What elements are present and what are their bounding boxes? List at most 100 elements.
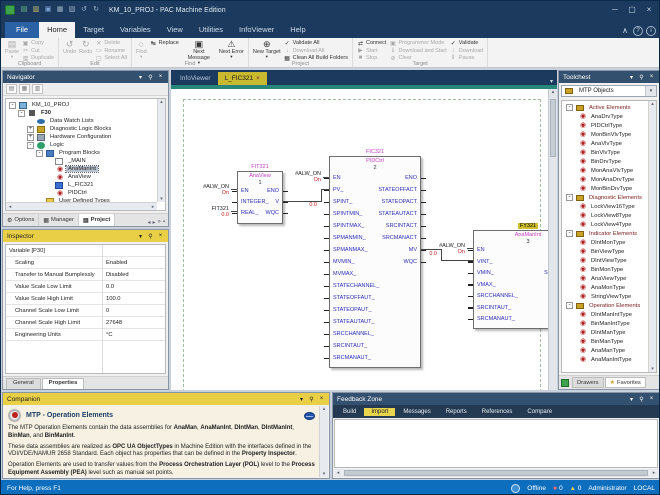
ribbon-button-validate-all[interactable]: ✓Validate All xyxy=(284,40,348,47)
ribbon-button-delete[interactable]: ✕Delete xyxy=(95,40,127,47)
ribbon-button-download-and-start[interactable]: ⇓Download and Start xyxy=(389,48,446,55)
nav-tree-item-anaview[interactable]: ◉AnaView xyxy=(7,173,155,181)
tab-messages[interactable]: Messages xyxy=(396,408,437,416)
view-list-icon[interactable]: ▤ xyxy=(6,84,17,94)
inspector-row-scaling[interactable]: ScalingEnabled xyxy=(6,257,165,269)
tab-properties[interactable]: Properties xyxy=(42,378,85,389)
dropdown-icon[interactable]: ▾ xyxy=(645,86,656,96)
navigator-vertical-scrollbar[interactable]: ▴▾ xyxy=(157,99,165,202)
scroll-thumb[interactable] xyxy=(344,470,648,476)
info-icon[interactable]: i xyxy=(646,26,656,36)
toolchest-group-active-elements[interactable]: -Active Elements xyxy=(564,103,647,112)
ribbon-button-cut[interactable]: ✂Cut xyxy=(22,48,54,55)
toolchest-item-dintviewtype[interactable]: ◉DIntViewType xyxy=(564,256,647,265)
print-icon[interactable]: ▧ xyxy=(67,5,77,15)
fbd-canvas[interactable]: FIT321AnaView1ENINTEGER_REAL_ENOVWQCFIC3… xyxy=(171,89,548,390)
panel-menu-icon[interactable]: ▾ xyxy=(137,233,144,240)
panel-menu-icon[interactable]: ▾ xyxy=(298,396,305,403)
nav-tree-item-diagnostic-logic-blocks[interactable]: +Diagnostic Logic Blocks xyxy=(7,125,155,133)
toolchest-item-stringviewtype[interactable]: ◉StringViewType xyxy=(564,292,647,301)
scroll-thumb[interactable] xyxy=(550,99,556,157)
pin-icon[interactable]: ⚲ xyxy=(147,74,154,81)
close-panel-icon[interactable]: × xyxy=(648,396,655,403)
tab-options[interactable]: ⚙Options xyxy=(3,214,39,226)
ribbon-button-next-error[interactable]: ⚠Next Error▾ xyxy=(219,39,244,60)
undo-icon[interactable]: ↺ xyxy=(79,5,89,15)
expand-icon[interactable]: - xyxy=(27,142,34,149)
ribbon-button-validate[interactable]: ✓Validate xyxy=(450,40,483,47)
toolchest-item-monanavlvtype[interactable]: ◉MonAnaVlvType xyxy=(564,166,647,175)
toolchest-item-lockview8type[interactable]: ◉LockView8Type xyxy=(564,211,647,220)
fbd-editor-viewport[interactable]: FIT321AnaView1ENINTEGER_REAL_ENOVWQCFIC3… xyxy=(171,89,548,390)
pin-icon[interactable]: ⚲ xyxy=(308,396,315,403)
pin-icon[interactable]: ⚲ xyxy=(147,233,154,240)
pin-icon[interactable]: ⚲ xyxy=(638,74,645,81)
toolchest-item-lockview16type[interactable]: ◉LockView16Type xyxy=(564,202,647,211)
navigator-horizontal-scrollbar[interactable]: ◂▸ xyxy=(6,202,157,210)
toolchest-item-monanadrvtype[interactable]: ◉MonAnaDrvType xyxy=(564,175,647,184)
tab-references[interactable]: References xyxy=(475,408,520,416)
inspector-row-transfer-to-manual-bumplessly[interactable]: Transfer to Manual BumplesslyDisabled xyxy=(6,269,165,281)
tab-import[interactable]: Import xyxy=(364,408,395,416)
toolchest-item-anaviewtype[interactable]: ◉AnaViewType xyxy=(564,274,647,283)
expand-icon[interactable]: - xyxy=(566,302,573,309)
redo-icon[interactable]: ↻ xyxy=(91,5,101,15)
ribbon-button-replace[interactable]: ↹Replace xyxy=(150,40,179,47)
toolchest-item-anamantype[interactable]: ◉AnaManType xyxy=(564,346,647,355)
close-panel-icon[interactable]: × xyxy=(157,233,164,240)
inspector-row-engineering-units[interactable]: Engineering Units°C xyxy=(6,329,165,341)
doc-panel-menu-icon[interactable]: ▾ xyxy=(546,78,557,85)
toolchest-item-anamaninttype[interactable]: ◉AnaManIntType xyxy=(564,355,647,364)
tab-scroll-icon-3[interactable]: ▪ xyxy=(163,219,165,226)
panel-menu-icon[interactable]: ▾ xyxy=(137,74,144,81)
nav-tree-item-km-10-proj[interactable]: -KM_10_PROJ xyxy=(7,101,155,109)
help-search-icon[interactable]: ? xyxy=(633,26,643,36)
save-all-icon[interactable]: ▦ xyxy=(55,5,65,15)
ribbon-button-connect[interactable]: ⇄Connect xyxy=(357,40,387,47)
tab-scroll-icon-1[interactable]: ▸ xyxy=(153,219,156,226)
ribbon-tab-help[interactable]: Help xyxy=(282,22,313,38)
tab-build[interactable]: Build xyxy=(336,408,363,416)
close-panel-icon[interactable]: × xyxy=(318,396,325,403)
expand-icon[interactable]: - xyxy=(566,230,573,237)
toolchest-item-binvlvtype[interactable]: ◉BinVlvType xyxy=(564,148,647,157)
new-icon[interactable]: ▤ xyxy=(19,5,29,15)
expand-icon[interactable]: + xyxy=(27,134,34,141)
drawer-select[interactable]: MTP Objects ▾ xyxy=(561,85,657,97)
ribbon-button-paste[interactable]: ▤Paste▾ xyxy=(5,39,19,60)
ribbon-tab-target[interactable]: Target xyxy=(75,22,112,38)
ribbon-button-redo[interactable]: ↻Redo xyxy=(79,39,92,55)
view-details-icon[interactable]: ▦ xyxy=(19,84,30,94)
toolchest-item-anadrvtype[interactable]: ◉AnaDrvType xyxy=(564,112,647,121)
ribbon-button-copy[interactable]: ▣Copy xyxy=(22,40,54,47)
close-panel-icon[interactable]: × xyxy=(157,74,164,81)
close-button[interactable]: × xyxy=(641,3,657,17)
inspector-row-channel-scale-high-limit[interactable]: Channel Scale High Limit27648 xyxy=(6,317,165,329)
ribbon-tab-home[interactable]: Home xyxy=(39,22,75,38)
toolchest-group-diagnostic-elements[interactable]: -Diagnostic Elements xyxy=(564,193,647,202)
toolchest-item-anavlvtype[interactable]: ◉AnaVlvType xyxy=(564,139,647,148)
inspector-row-channel-scale-low-limit[interactable]: Channel Scale Low Limit0 xyxy=(6,305,165,317)
toolchest-item-lockview4type[interactable]: ◉LockView4Type xyxy=(564,220,647,229)
expand-icon[interactable]: - xyxy=(566,104,573,111)
nav-tree-item-l-fic321[interactable]: L_FIC321 xyxy=(7,181,155,189)
toolchest-item-dintmantype[interactable]: ◉DIntManType xyxy=(564,328,647,337)
toolchest-item-monbinvlvtype[interactable]: ◉MonBinVlvType xyxy=(564,130,647,139)
expand-icon[interactable]: - xyxy=(18,110,25,117)
nav-tree-item-hardware-configuration[interactable]: +Hardware Configuration xyxy=(7,133,155,141)
expand-icon[interactable]: + xyxy=(27,126,34,133)
view-sort-icon[interactable]: ▥ xyxy=(32,84,43,94)
expand-icon[interactable]: - xyxy=(9,102,16,109)
ribbon-button-programmer-mode[interactable]: ▣Programmer Mode xyxy=(389,40,446,47)
file-menu-button[interactable]: File xyxy=(5,22,39,38)
fbd-block-fy321[interactable]: FY321AnaManInt3ENVINT_VMIN_VMAX_SRCCHANN… xyxy=(473,230,548,329)
toolchest-item-dintmaninttype[interactable]: ◉DIntManIntType xyxy=(564,310,647,319)
ribbon-tab-infoviewer[interactable]: InfoViewer xyxy=(231,22,282,38)
companion-vertical-scrollbar[interactable]: ▴ ▾ xyxy=(319,406,328,477)
ribbon-button-download[interactable]: ↓Download xyxy=(450,48,483,55)
ribbon-tab-view[interactable]: View xyxy=(159,22,191,38)
pin-icon[interactable]: ⚲ xyxy=(638,396,645,403)
collapse-ribbon-icon[interactable]: ∧ xyxy=(620,26,630,36)
toolchest-vertical-scrollbar[interactable]: ▴▾ xyxy=(648,101,656,372)
ribbon-button-new-target[interactable]: ⊕New Target▾ xyxy=(253,39,281,60)
